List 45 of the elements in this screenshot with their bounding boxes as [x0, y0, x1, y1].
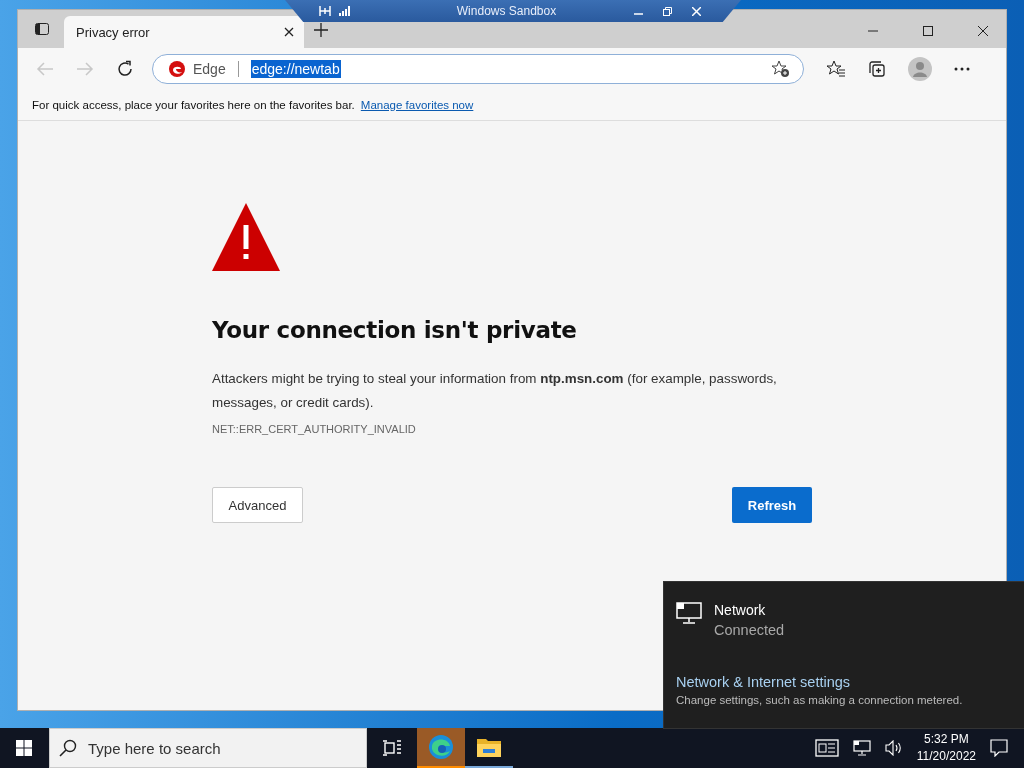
- network-settings-link[interactable]: Network & Internet settings: [676, 674, 1012, 690]
- clock-date: 11/20/2022: [916, 748, 976, 765]
- windows-start-icon[interactable]: [16, 740, 32, 756]
- sandbox-title: Windows Sandbox: [455, 4, 558, 18]
- add-favorite-icon[interactable]: [771, 60, 791, 78]
- new-tab-icon[interactable]: [314, 23, 328, 37]
- edge-logo-icon: [428, 734, 454, 760]
- advanced-button[interactable]: Advanced: [212, 487, 303, 523]
- site-label: Edge: [193, 61, 226, 77]
- favorites-bar-message: For quick access, place your favorites here on the favorites bar.: [32, 99, 355, 111]
- edge-logo-icon: [169, 61, 185, 77]
- notifications-icon[interactable]: [990, 739, 1008, 757]
- network-computer-icon: [676, 602, 702, 624]
- url-text[interactable]: edge://newtab: [250, 60, 341, 78]
- warning-icon: [212, 203, 280, 271]
- network-settings-hint: Change settings, such as making a connection metered.: [676, 694, 964, 706]
- taskbar-clock[interactable]: 5:32 PM 11/20/2022: [916, 731, 976, 765]
- error-message: Attackers might be trying to steal your information from ntp.msn.com (for example, passwords, messages, or credit cards).: [212, 370, 778, 412]
- clock-time: 5:32 PM: [924, 731, 969, 748]
- collections-icon[interactable]: [868, 60, 886, 78]
- browser-tab[interactable]: Privacy error: [64, 16, 304, 48]
- network-name[interactable]: Network: [714, 602, 785, 618]
- restore-icon[interactable]: [663, 6, 672, 16]
- manage-favorites-link[interactable]: Manage favorites now: [360, 99, 474, 111]
- network-computer-icon[interactable]: [852, 740, 871, 756]
- error-code: NET::ERR_CERT_AUTHORITY_INVALID: [212, 423, 417, 435]
- network-status: Connected: [714, 622, 785, 638]
- taskbar-search-field[interactable]: Type here to search: [49, 728, 367, 768]
- close-icon[interactable]: [284, 27, 294, 37]
- close-icon[interactable]: [978, 26, 988, 36]
- profile-avatar-icon[interactable]: [908, 57, 932, 81]
- signal-bars-icon: [339, 6, 351, 16]
- more-menu-icon[interactable]: [954, 67, 970, 71]
- refresh-icon[interactable]: [116, 60, 134, 78]
- tab-actions-icon[interactable]: [34, 21, 50, 37]
- favorites-icon[interactable]: [826, 60, 846, 78]
- refresh-button[interactable]: Refresh: [732, 487, 812, 523]
- maximize-icon[interactable]: [923, 26, 933, 36]
- pin-icon[interactable]: [319, 6, 331, 16]
- news-icon[interactable]: [814, 739, 839, 757]
- error-title: Your connection isn't private: [212, 317, 578, 343]
- task-view-icon[interactable]: [383, 740, 401, 756]
- address-bar[interactable]: Edge edge://newtab: [152, 54, 804, 84]
- volume-icon[interactable]: [884, 740, 903, 756]
- folder-icon: [477, 737, 501, 757]
